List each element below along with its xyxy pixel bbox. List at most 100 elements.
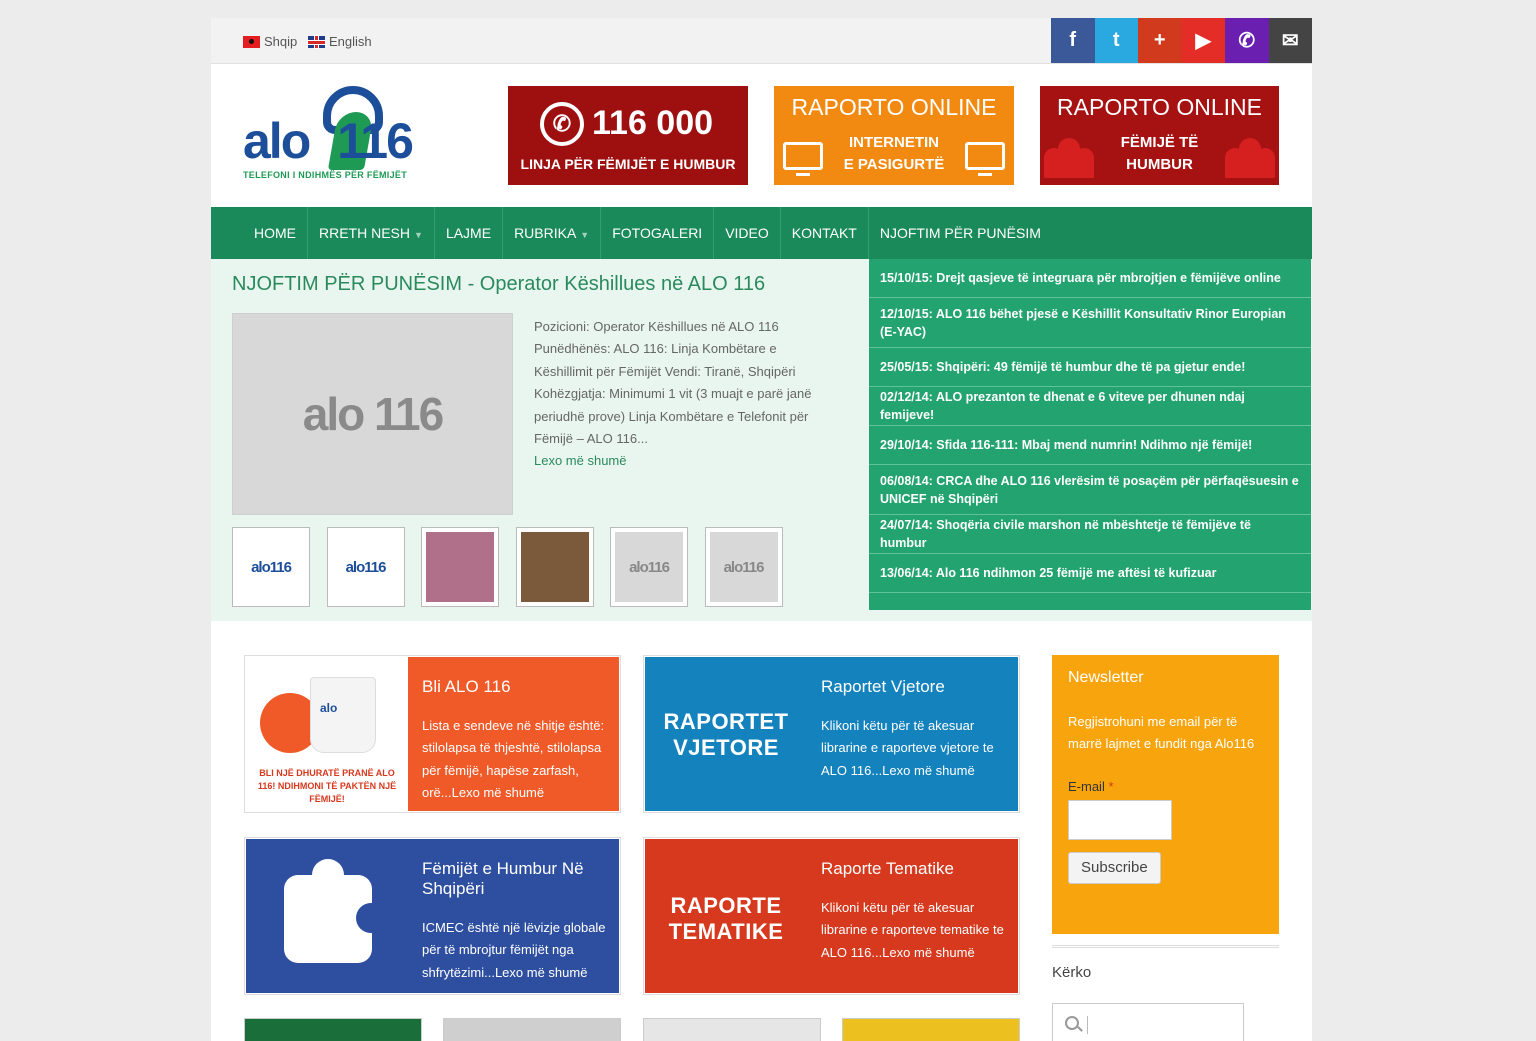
card-image-caption: RAPORTET VJETORE	[663, 709, 789, 760]
nav-item-video[interactable]: VIDEO	[714, 207, 781, 259]
news-item[interactable]: 25/05/15: Shqipëri: 49 fëmijë të humbur …	[869, 348, 1311, 387]
nav-item-njoftim-për-punësim[interactable]: NJOFTIM PËR PUNËSIM	[869, 207, 1052, 259]
people-icon	[1044, 134, 1094, 178]
chevron-down-icon: ▼	[580, 230, 590, 240]
report-missing-banner[interactable]: RAPORTO ONLINE FËMIJË TË HUMBUR	[1040, 86, 1279, 185]
gallery-thumbnail[interactable]	[515, 527, 594, 607]
news-item[interactable]: 06/08/14: CRCA dhe ALO 116 vlerësim të p…	[869, 465, 1311, 515]
hotline-number: 116 000	[592, 104, 714, 142]
nav-item-rubrika[interactable]: RUBRIKA ▼	[503, 207, 602, 259]
hotline-banner[interactable]: ✆ 116 000 LINJA PËR FËMIJËT E HUMBUR	[508, 86, 748, 185]
gallery-thumbnail[interactable]: alo116	[326, 527, 405, 607]
featured-section: NJOFTIM PËR PUNËSIM - Operator Këshillue…	[211, 259, 1312, 621]
nav-item-label: FOTOGALERI	[612, 225, 703, 241]
phone-icon[interactable]: ✆	[1225, 18, 1269, 63]
news-item[interactable]: 24/07/14: Shoqëria civile marshon në mbë…	[869, 515, 1311, 554]
card-missing-children[interactable]: Fëmijët e Humbur Në Shqipëri ICMEC është…	[244, 837, 621, 995]
uk-flag-icon	[308, 35, 325, 48]
nav-item-kontakt[interactable]: KONTAKT	[781, 207, 869, 259]
nav-item-rreth-nesh[interactable]: RRETH NESH ▼	[308, 207, 435, 259]
card-partial[interactable]	[643, 1018, 821, 1041]
banner-title: RAPORTO ONLINE	[1057, 94, 1262, 120]
thumbnail-image	[426, 532, 494, 602]
language-label: Shqip	[264, 34, 298, 49]
hotline-caption: LINJA PËR FËMIJËT E HUMBUR	[520, 156, 736, 172]
card-partial[interactable]	[842, 1018, 1020, 1041]
email-icon[interactable]: ✉	[1268, 18, 1312, 63]
gallery-thumbnail[interactable]: alo116	[704, 527, 783, 607]
report-internet-banner[interactable]: RAPORTO ONLINE INTERNETIN E PASIGURTË	[774, 86, 1014, 185]
news-item[interactable]: 02/12/14: ALO prezanton te dhenat e 6 vi…	[869, 387, 1311, 426]
card-partial[interactable]	[244, 1018, 422, 1041]
language-english[interactable]: English	[308, 34, 372, 49]
nav-item-label: LAJME	[445, 225, 492, 241]
people-icon	[1225, 134, 1275, 178]
news-item[interactable]: 29/10/14: Sfida 116-111: Mbaj mend numri…	[869, 426, 1311, 465]
card-body: Raporte Tematike Klikoni këtu për të ake…	[807, 839, 1018, 993]
google-plus-icon[interactable]: +	[1138, 18, 1182, 63]
phone-icon: ✆	[540, 102, 584, 146]
nav-item-fotogaleri[interactable]: FOTOGALERI	[601, 207, 715, 259]
featured-image[interactable]: alo 116	[232, 313, 513, 515]
subscribe-button[interactable]: Subscribe	[1068, 851, 1161, 884]
nav-item-home[interactable]: HOME	[243, 207, 308, 259]
card-text: Klikoni këtu për të akesuar librarine e …	[821, 900, 1004, 960]
nav-item-label: HOME	[254, 225, 296, 241]
card-image-caption: RAPORTE TEMATIKE	[668, 893, 784, 944]
search-input[interactable]	[1052, 1003, 1244, 1041]
news-item[interactable]: 13/06/14: Alo 116 ndihmon 25 fëmijë me a…	[869, 554, 1311, 593]
alo116-logo: alo 116	[302, 388, 444, 440]
facebook-icon[interactable]: f	[1051, 18, 1095, 63]
card-thematic-reports[interactable]: RAPORTE TEMATIKE Raporte Tematike Klikon…	[643, 837, 1020, 995]
card-buy-alo116[interactable]: alo BLI NJË DHURATË PRANË ALO 116! NDIHM…	[244, 655, 621, 813]
search-icon	[1065, 1016, 1079, 1030]
featured-title[interactable]: NJOFTIM PËR PUNËSIM - Operator Këshillue…	[232, 273, 765, 296]
search-title: Kërko	[1052, 964, 1092, 981]
thumbnail-image: alo116	[331, 532, 400, 602]
thumbnail-strip: alo116 alo116 alo116 alo116	[232, 527, 799, 607]
card-image: RAPORTET VJETORE	[645, 657, 807, 811]
top-bar: Shqip English f t + ▶ ✆ ✉	[211, 18, 1312, 64]
thumbnail-image	[520, 532, 589, 602]
card-text: Klikoni këtu për të akesuar librarine e …	[821, 718, 994, 778]
email-label: E-mail *	[1068, 778, 1114, 794]
news-item[interactable]: 12/10/15: ALO 116 bëhet pjesë e Këshilli…	[869, 298, 1311, 348]
language-shqip[interactable]: Shqip	[243, 34, 297, 49]
site-logo[interactable]: alo 116 TELEFONI I NDIHMËS PËR FËMIJËT	[243, 84, 433, 184]
card-body: Bli ALO 116 Lista e sendeve në shitje ës…	[408, 657, 619, 811]
gallery-thumbnail[interactable]: alo116	[232, 527, 310, 607]
gallery-thumbnail[interactable]: alo116	[610, 527, 688, 607]
card-title: Raportet Vjetore	[821, 677, 945, 696]
thumbnail-image: alo116	[709, 532, 778, 602]
card-title: Fëmijët e Humbur Në Shqipëri	[422, 859, 584, 898]
card-partial[interactable]	[443, 1018, 621, 1041]
language-label: English	[329, 34, 372, 49]
nav-item-label: KONTAKT	[791, 225, 857, 241]
card-image	[246, 839, 408, 993]
card-text: ICMEC është një lëvizje globale për të m…	[422, 920, 606, 980]
albania-flag-icon	[243, 35, 260, 48]
nav-item-label: VIDEO	[725, 225, 769, 241]
twitter-icon[interactable]: t	[1094, 18, 1138, 63]
youtube-icon[interactable]: ▶	[1181, 18, 1225, 63]
news-list: 15/10/15: Drejt qasjeve të integruara pë…	[869, 259, 1311, 610]
main-nav: HOME RRETH NESH ▼ LAJME RUBRIKA ▼ FOTOGALERI VI…	[211, 207, 1312, 259]
thumbnail-image: alo116	[237, 532, 305, 602]
gallery-thumbnail[interactable]	[421, 527, 499, 607]
card-body: Raportet Vjetore Klikoni këtu për të ake…	[807, 657, 1018, 811]
card-annual-reports[interactable]: RAPORTET VJETORE Raportet Vjetore Klikon…	[643, 655, 1020, 813]
page: Shqip English f t + ▶ ✆ ✉ alo 116 TELEFONI I N…	[211, 18, 1312, 1041]
card-title: Bli ALO 116	[422, 677, 511, 696]
monitor-icon	[783, 142, 823, 176]
nav-item-label: RUBRIKA	[514, 225, 577, 241]
newsletter-widget: Newsletter Regjistrohuni me email për të…	[1052, 655, 1279, 934]
email-field[interactable]	[1068, 799, 1172, 840]
monitor-icon	[965, 142, 1005, 176]
logo-text: alo 116	[243, 113, 414, 169]
nav-item-lajme[interactable]: LAJME	[435, 207, 504, 259]
featured-excerpt: Pozicioni: Operator Këshillues në ALO 11…	[534, 319, 812, 469]
thumbnail-image: alo116	[615, 532, 683, 602]
divider	[1052, 945, 1279, 948]
read-more-link[interactable]: Lexo më shumë	[534, 453, 627, 468]
news-item[interactable]: 15/10/15: Drejt qasjeve të integruara pë…	[869, 259, 1311, 298]
